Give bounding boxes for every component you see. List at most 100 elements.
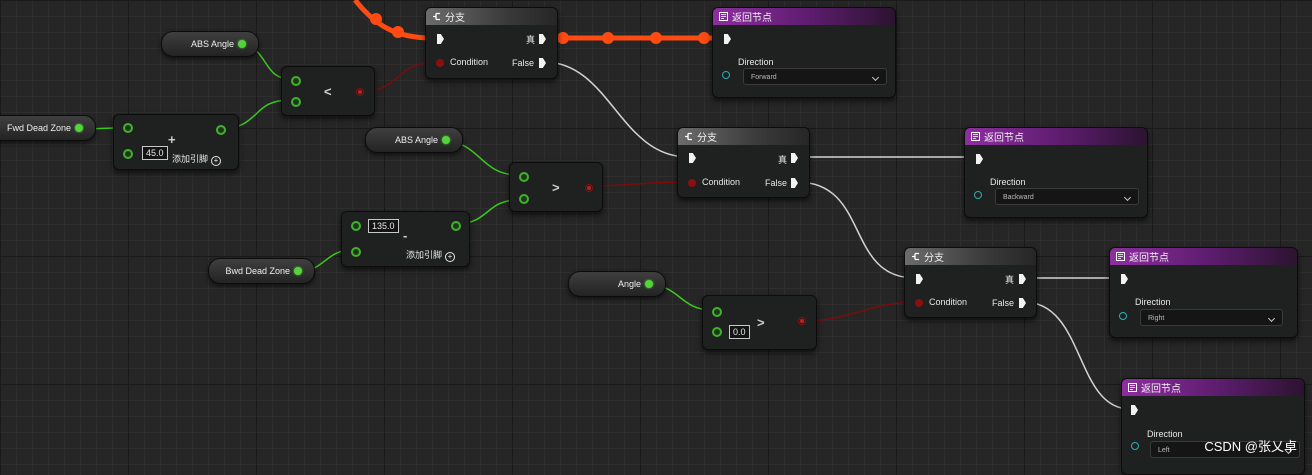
- direction-input-pin[interactable]: [974, 191, 982, 199]
- get-angle-node[interactable]: Angle: [568, 271, 666, 297]
- return-header: 返回节点: [1110, 248, 1297, 265]
- add-pin-button[interactable]: 添加引脚 +: [406, 248, 456, 262]
- float-input-pin-b[interactable]: [519, 194, 529, 204]
- float-input-pin-b[interactable]: [123, 149, 133, 159]
- float-output-pin[interactable]: [216, 125, 226, 135]
- add-pin-plus-icon: +: [445, 252, 456, 262]
- exec-false-output-pin[interactable]: [539, 58, 546, 68]
- exec-input-pin[interactable]: [1131, 405, 1138, 415]
- direction-input-pin[interactable]: [1119, 312, 1127, 320]
- get-fwd-dead-zone-node[interactable]: Fwd Dead Zone: [0, 115, 96, 141]
- branch-icon: [433, 12, 440, 21]
- get-abs-angle-node[interactable]: ABS Angle: [161, 31, 259, 57]
- return-title: 返回节点: [984, 133, 1024, 144]
- return-header: 返回节点: [1122, 379, 1304, 396]
- exec-true-output-pin[interactable]: [539, 34, 546, 44]
- exec-true-output-pin[interactable]: [791, 153, 798, 163]
- direction-dropdown[interactable]: Forward: [743, 68, 887, 85]
- condition-input-pin[interactable]: [688, 179, 696, 187]
- branch-node-1[interactable]: 分支 Condition 真 False: [425, 7, 558, 79]
- exec-input-pin[interactable]: [1121, 274, 1128, 284]
- return-header: 返回节点: [965, 128, 1147, 145]
- float-output-pin[interactable]: [75, 124, 83, 132]
- float-input-pin-a[interactable]: [519, 172, 529, 182]
- branch-node-2[interactable]: 分支 Condition 真 False: [677, 127, 810, 198]
- exec-input-pin[interactable]: [724, 34, 731, 44]
- branch-title: 分支: [924, 253, 944, 264]
- add-pin-label: 添加引脚: [172, 154, 209, 164]
- compare-default-value-input[interactable]: 0.0: [729, 325, 750, 339]
- float-input-pin-a[interactable]: [351, 221, 361, 231]
- bool-output-pin[interactable]: [585, 184, 593, 192]
- float-output-pin[interactable]: [451, 221, 461, 231]
- branch-header: 分支: [426, 8, 557, 25]
- return-node-forward[interactable]: 返回节点 Direction Forward: [712, 7, 896, 98]
- float-input-pin-a[interactable]: [712, 307, 722, 317]
- exec-input-pin[interactable]: [437, 34, 444, 44]
- float-input-pin-b[interactable]: [351, 247, 361, 257]
- return-title: 返回节点: [1129, 253, 1169, 264]
- greater-than-node-2[interactable]: 0.0 >: [702, 295, 817, 350]
- return-icon: [971, 132, 980, 141]
- branch-icon: [685, 132, 692, 141]
- float-output-pin[interactable]: [294, 267, 302, 275]
- return-icon: [719, 12, 728, 21]
- return-title: 返回节点: [1141, 384, 1181, 395]
- direction-value: Forward: [751, 74, 777, 81]
- bool-output-pin[interactable]: [798, 317, 806, 325]
- false-label: False: [992, 298, 1015, 308]
- add-pin-button[interactable]: 添加引脚 +: [172, 152, 222, 166]
- exec-false-output-pin[interactable]: [1019, 298, 1026, 308]
- false-label: False: [512, 58, 535, 68]
- condition-input-pin[interactable]: [915, 299, 923, 307]
- add-pin-label: 添加引脚: [406, 250, 443, 260]
- float-input-pin-b[interactable]: [712, 327, 722, 337]
- direction-dropdown[interactable]: Right: [1140, 309, 1283, 326]
- return-node-right[interactable]: 返回节点 Direction Right: [1109, 247, 1298, 338]
- plus-operator: +: [168, 132, 176, 147]
- float-input-pin-a[interactable]: [123, 123, 133, 133]
- sub-default-value-input[interactable]: 135.0: [368, 219, 399, 233]
- exec-input-pin[interactable]: [976, 154, 983, 164]
- add-default-value-input[interactable]: 45.0: [142, 146, 168, 160]
- exec-true-output-pin[interactable]: [1019, 274, 1026, 284]
- get-abs-angle-node-2[interactable]: ABS Angle: [365, 127, 463, 153]
- bool-output-pin[interactable]: [356, 88, 364, 96]
- condition-input-pin[interactable]: [436, 59, 444, 67]
- greater-than-node[interactable]: >: [509, 162, 603, 212]
- exec-wire-false-1: [543, 61, 689, 158]
- add-float-node[interactable]: + 45.0 添加引脚 +: [113, 114, 239, 170]
- true-label: 真: [778, 155, 788, 165]
- float-output-pin[interactable]: [442, 136, 450, 144]
- variable-label: ABS Angle: [394, 135, 438, 145]
- return-node-backward[interactable]: 返回节点 Direction Backward: [964, 127, 1148, 218]
- return-node-left[interactable]: 返回节点 Direction Left: [1121, 378, 1305, 475]
- variable-label: Fwd Dead Zone: [6, 123, 71, 133]
- variable-label: Angle: [617, 279, 641, 289]
- direction-input-pin[interactable]: [1131, 442, 1139, 450]
- float-output-pin[interactable]: [238, 40, 246, 48]
- chevron-down-icon: [1267, 314, 1276, 323]
- get-bwd-dead-zone-node[interactable]: Bwd Dead Zone: [208, 258, 315, 284]
- direction-dropdown[interactable]: Backward: [995, 188, 1139, 205]
- direction-input-pin[interactable]: [722, 71, 730, 79]
- wires-layer: [77, 0, 1131, 410]
- bool-wire-3: [802, 301, 918, 322]
- true-label: 真: [1005, 275, 1015, 285]
- subtract-float-node[interactable]: 135.0 - 添加引脚 +: [341, 211, 470, 267]
- exec-input-pin[interactable]: [689, 153, 696, 163]
- less-than-operator: <: [324, 84, 332, 99]
- direction-value: Right: [1148, 315, 1165, 322]
- float-output-pin[interactable]: [645, 280, 653, 288]
- exec-input-pin[interactable]: [916, 274, 923, 284]
- exec-false-output-pin[interactable]: [791, 178, 798, 188]
- branch-title: 分支: [697, 133, 717, 144]
- return-title: 返回节点: [732, 13, 772, 24]
- float-input-pin-b[interactable]: [291, 97, 301, 107]
- branch-node-3[interactable]: 分支 Condition 真 False: [904, 247, 1037, 318]
- condition-label: Condition: [702, 177, 741, 187]
- watermark: CSDN @张乂卓: [1204, 439, 1297, 454]
- float-input-pin-a[interactable]: [291, 76, 301, 86]
- less-than-node[interactable]: <: [281, 66, 375, 116]
- greater-than-operator: >: [757, 315, 765, 330]
